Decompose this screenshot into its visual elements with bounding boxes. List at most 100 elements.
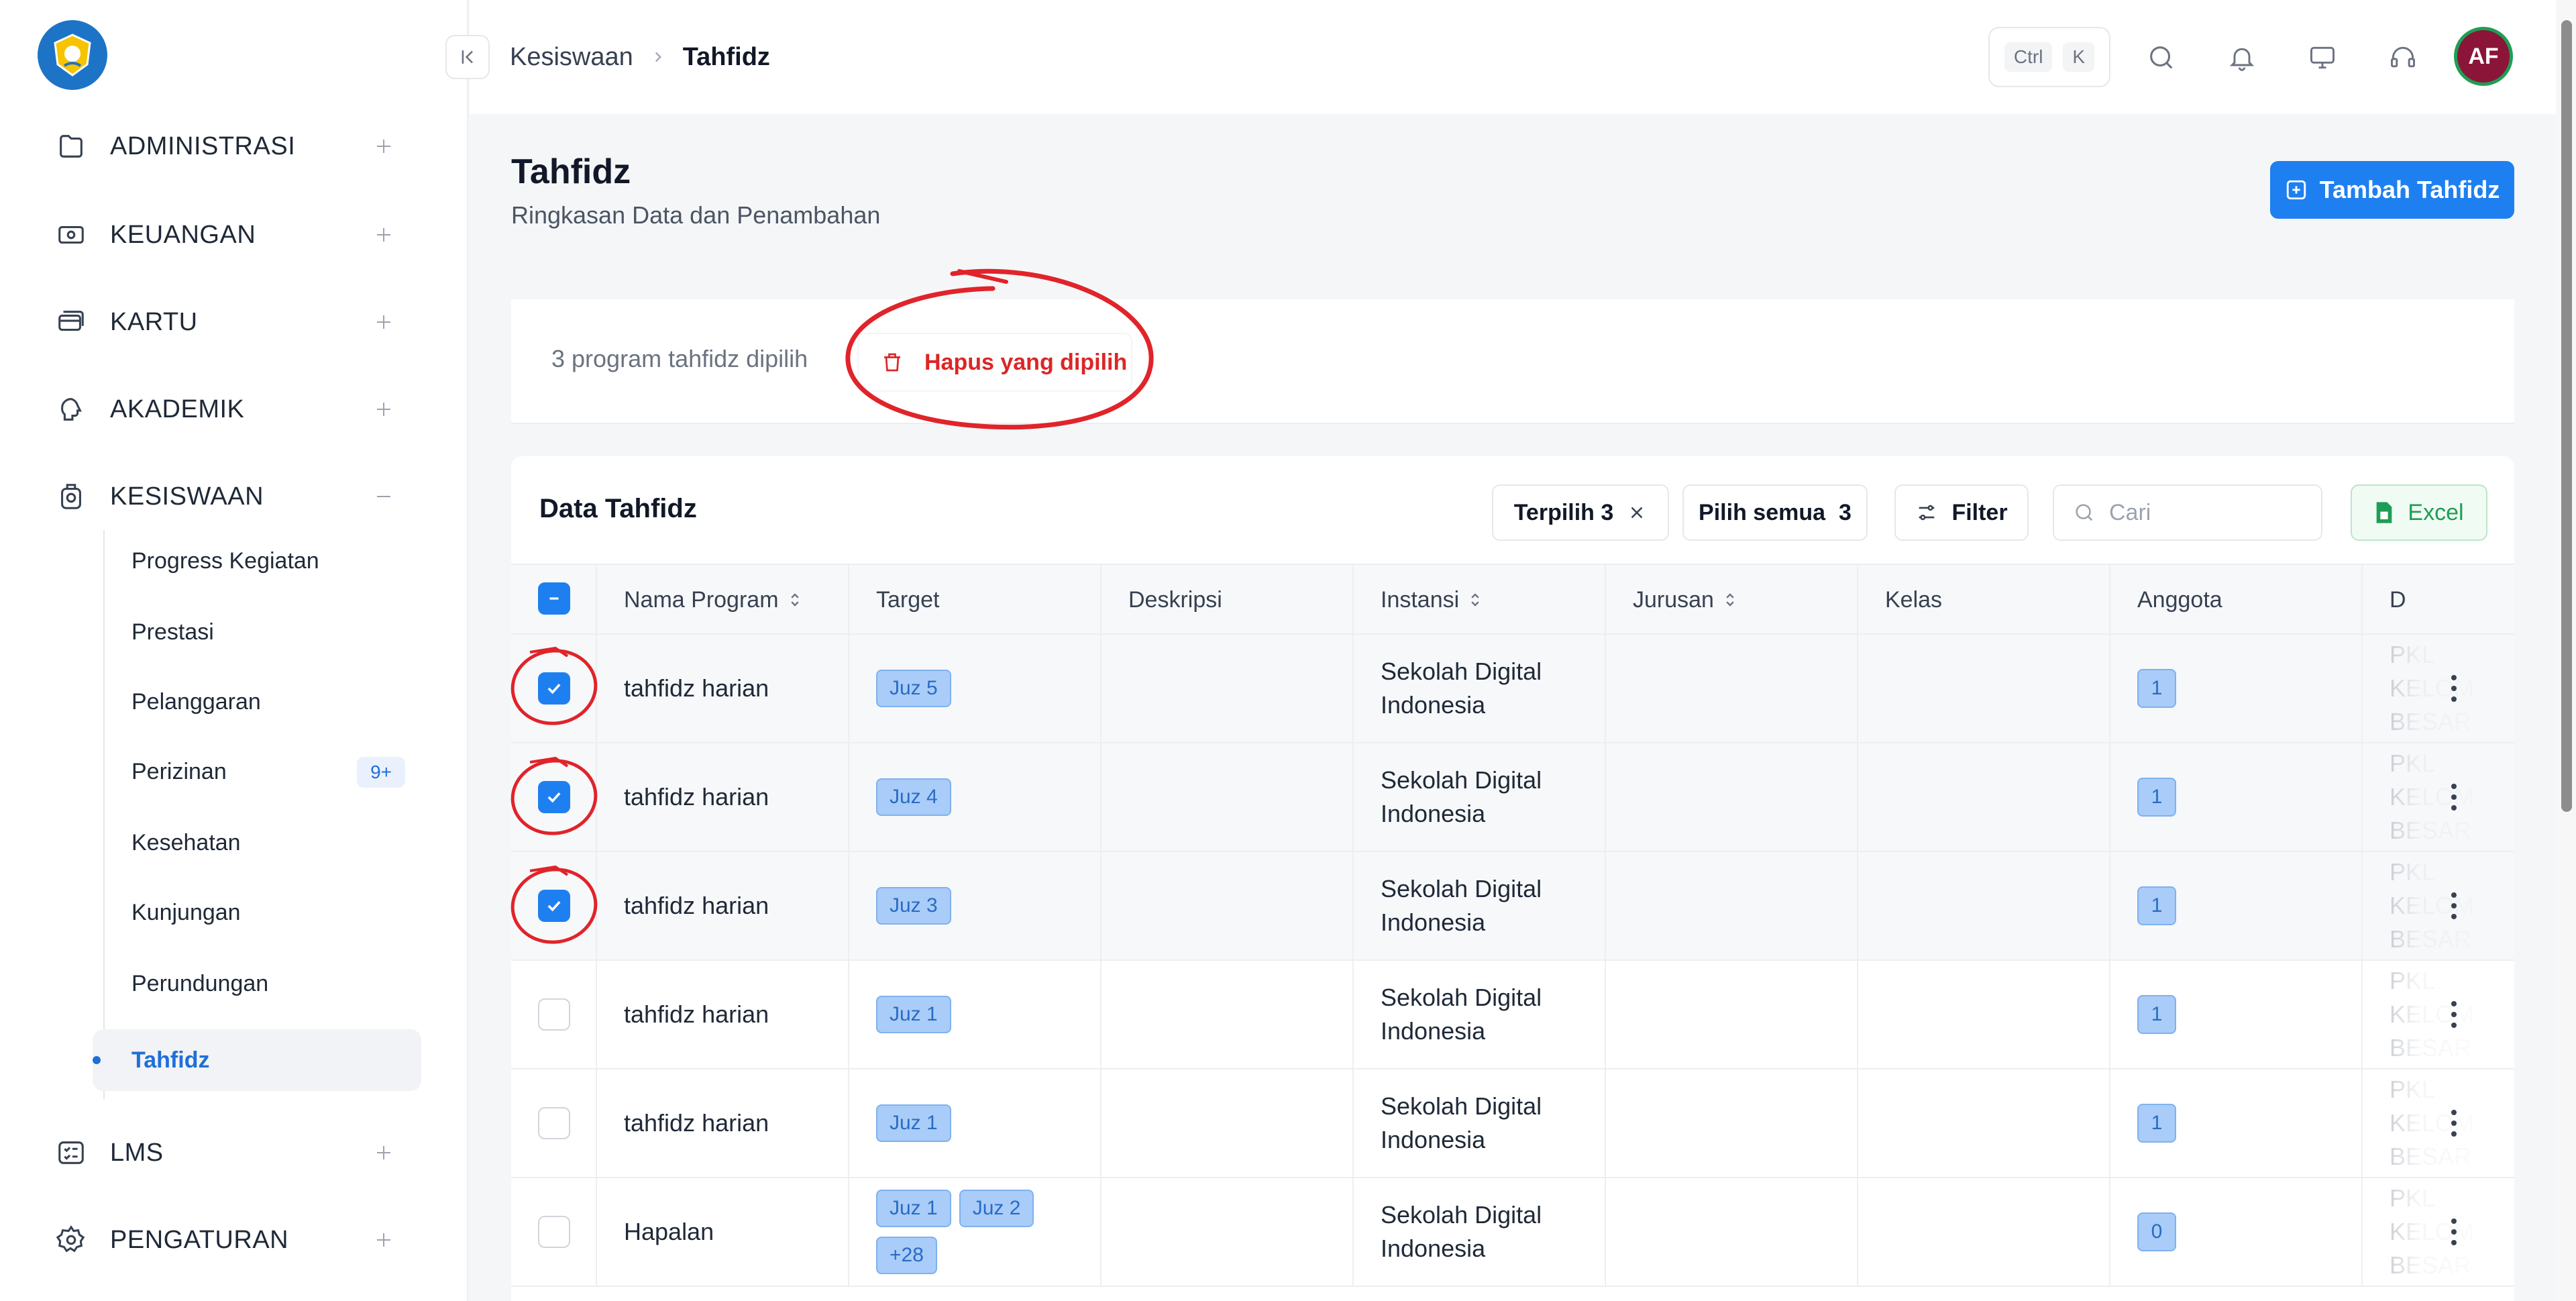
cell-nama-program: Hapalan — [596, 1178, 848, 1286]
column-header-instansi[interactable]: Instansi — [1352, 565, 1605, 635]
minus-icon[interactable] — [368, 480, 400, 513]
avatar[interactable]: AF — [2454, 27, 2513, 86]
nav-administrasi[interactable]: ADMINISTRASI — [27, 114, 417, 178]
select-all-count: 3 — [1839, 499, 1851, 525]
nav-kartu[interactable]: KARTU — [27, 290, 417, 354]
plus-icon[interactable] — [368, 1224, 400, 1256]
row-checkbox[interactable] — [538, 890, 570, 922]
sidebar-item-tahfidz[interactable]: Tahfidz — [93, 1029, 421, 1091]
cell-instansi: Sekolah Digital Indonesia — [1352, 852, 1605, 959]
sliders-icon — [1919, 505, 1935, 521]
row-checkbox[interactable] — [538, 781, 570, 813]
target-tag: Juz 4 — [876, 778, 951, 816]
cell-instansi: Sekolah Digital Indonesia — [1352, 1178, 1605, 1286]
instansi-line: Sekolah Digital — [1381, 1201, 1542, 1229]
scrollbar-thumb[interactable] — [2561, 20, 2572, 812]
nav-kesiswaan[interactable]: KESISWAAN — [27, 464, 417, 529]
more-vertical-icon[interactable] — [2440, 1103, 2467, 1143]
more-vertical-icon[interactable] — [2440, 1212, 2467, 1252]
column-label: Nama Program — [624, 586, 779, 613]
nav-label: KESISWAAN — [110, 482, 264, 511]
collapse-sidebar-button[interactable] — [445, 35, 490, 79]
nav-lms[interactable]: LMS — [27, 1121, 417, 1185]
column-header-truncated: D — [2361, 565, 2514, 635]
nav-akademik[interactable]: AKADEMIK — [27, 377, 417, 441]
sidebar-item-prestasi[interactable]: Prestasi — [131, 601, 421, 663]
monitor-icon[interactable] — [2302, 38, 2343, 78]
cell-target: Juz 1 Juz 2 +28 — [848, 1178, 1100, 1286]
plus-icon[interactable] — [368, 306, 400, 338]
member-count-badge: 1 — [2137, 1104, 2176, 1143]
search-icon[interactable] — [2141, 38, 2182, 78]
row-checkbox[interactable] — [538, 998, 570, 1031]
sub-label: Prestasi — [131, 619, 214, 645]
trash-icon — [884, 353, 900, 372]
nav-label: LMS — [110, 1138, 164, 1167]
plus-icon[interactable] — [368, 1137, 400, 1169]
column-label: D — [2390, 586, 2406, 613]
sidebar-item-kunjungan[interactable]: Kunjungan — [131, 882, 421, 943]
cell-target: Juz 1 — [848, 961, 1100, 1068]
column-header-jurusan[interactable]: Jurusan — [1605, 565, 1857, 635]
cell-nama-program: tahfidz harian — [596, 852, 848, 959]
table-row[interactable]: Hapalan Juz 1 Juz 2 +28 Sekolah Digital In… — [511, 1178, 2514, 1287]
column-label: Deskripsi — [1128, 586, 1222, 613]
cell-kelas — [1857, 961, 2109, 1068]
delete-selected-button[interactable]: Hapus yang dipilih — [857, 333, 1132, 392]
sidebar-item-kesehatan[interactable]: Kesehatan — [131, 812, 421, 874]
plus-icon[interactable] — [368, 219, 400, 251]
sidebar-item-pelanggaran[interactable]: Pelanggaran — [131, 671, 421, 733]
table-row[interactable]: tahfidz harian Juz 1 Sekolah Digital Ind… — [511, 1070, 2514, 1178]
breadcrumb-parent[interactable]: Kesiswaan — [510, 43, 633, 72]
table-row[interactable]: tahfidz harian Juz 3 Sekolah Digital Ind… — [511, 852, 2514, 961]
filter-button[interactable]: Filter — [1894, 484, 2029, 541]
nav-keuangan[interactable]: KEUANGAN — [27, 203, 417, 267]
cell-deskripsi — [1100, 961, 1352, 1068]
member-count-badge: 0 — [2137, 1212, 2176, 1251]
cell-nama-program: tahfidz harian — [596, 961, 848, 1068]
selected-chip[interactable]: Terpilih 3 — [1492, 484, 1669, 541]
nav-pengaturan[interactable]: PENGATURAN — [27, 1208, 417, 1272]
select-all-checkbox[interactable] — [538, 582, 570, 615]
select-all-checkbox-cell — [511, 565, 596, 635]
member-count-badge: 1 — [2137, 995, 2176, 1034]
more-vertical-icon[interactable] — [2440, 668, 2467, 709]
headset-icon[interactable] — [2383, 38, 2423, 78]
row-checkbox[interactable] — [538, 672, 570, 705]
instansi-line: Indonesia — [1381, 800, 1486, 827]
instansi-line: Sekolah Digital — [1381, 875, 1542, 902]
more-vertical-icon[interactable] — [2440, 994, 2467, 1035]
sidebar-item-progress-kegiatan[interactable]: Progress Kegiatan — [131, 530, 421, 592]
row-checkbox[interactable] — [538, 1216, 570, 1248]
table-row[interactable]: tahfidz harian Juz 5 Sekolah Digital Ind… — [511, 635, 2514, 743]
plus-square-icon — [2286, 180, 2306, 200]
more-vertical-icon[interactable] — [2440, 777, 2467, 817]
sidebar-item-perundungan[interactable]: Perundungan — [131, 953, 421, 1014]
program-name: tahfidz harian — [624, 1109, 769, 1137]
row-checkbox-cell — [511, 852, 596, 959]
cell-jurusan — [1605, 1178, 1857, 1286]
export-excel-button[interactable]: Excel — [2351, 484, 2487, 541]
cell-kelas — [1857, 743, 2109, 851]
cell-target: Juz 4 — [848, 743, 1100, 851]
more-vertical-icon[interactable] — [2440, 886, 2467, 926]
cell-jurusan — [1605, 852, 1857, 959]
plus-icon[interactable] — [368, 393, 400, 425]
bell-icon[interactable] — [2222, 38, 2262, 78]
search-placeholder: Cari — [2109, 499, 2151, 525]
table-row[interactable]: tahfidz harian Juz 1 Sekolah Digital Ind… — [511, 961, 2514, 1070]
search-input[interactable]: Cari — [2053, 484, 2322, 541]
table-row[interactable]: tahfidz harian Juz 4 Sekolah Digital Ind… — [511, 743, 2514, 852]
column-header-nama-program[interactable]: Nama Program — [596, 565, 848, 635]
close-icon[interactable] — [1627, 503, 1647, 523]
select-all-chip[interactable]: Pilih semua 3 — [1682, 484, 1868, 541]
row-checkbox[interactable] — [538, 1107, 570, 1139]
column-label: Anggota — [2137, 586, 2222, 613]
sidebar-item-perizinan[interactable]: Perizinan 9+ — [131, 741, 421, 802]
cell-kelas — [1857, 1070, 2109, 1177]
column-label: Instansi — [1381, 586, 1460, 613]
plus-icon[interactable] — [368, 130, 400, 162]
add-tahfidz-button[interactable]: Tambah Tahfidz — [2270, 161, 2514, 219]
command-palette-shortcut[interactable]: Ctrl K — [1988, 27, 2110, 87]
column-header-deskripsi: Deskripsi — [1100, 565, 1352, 635]
